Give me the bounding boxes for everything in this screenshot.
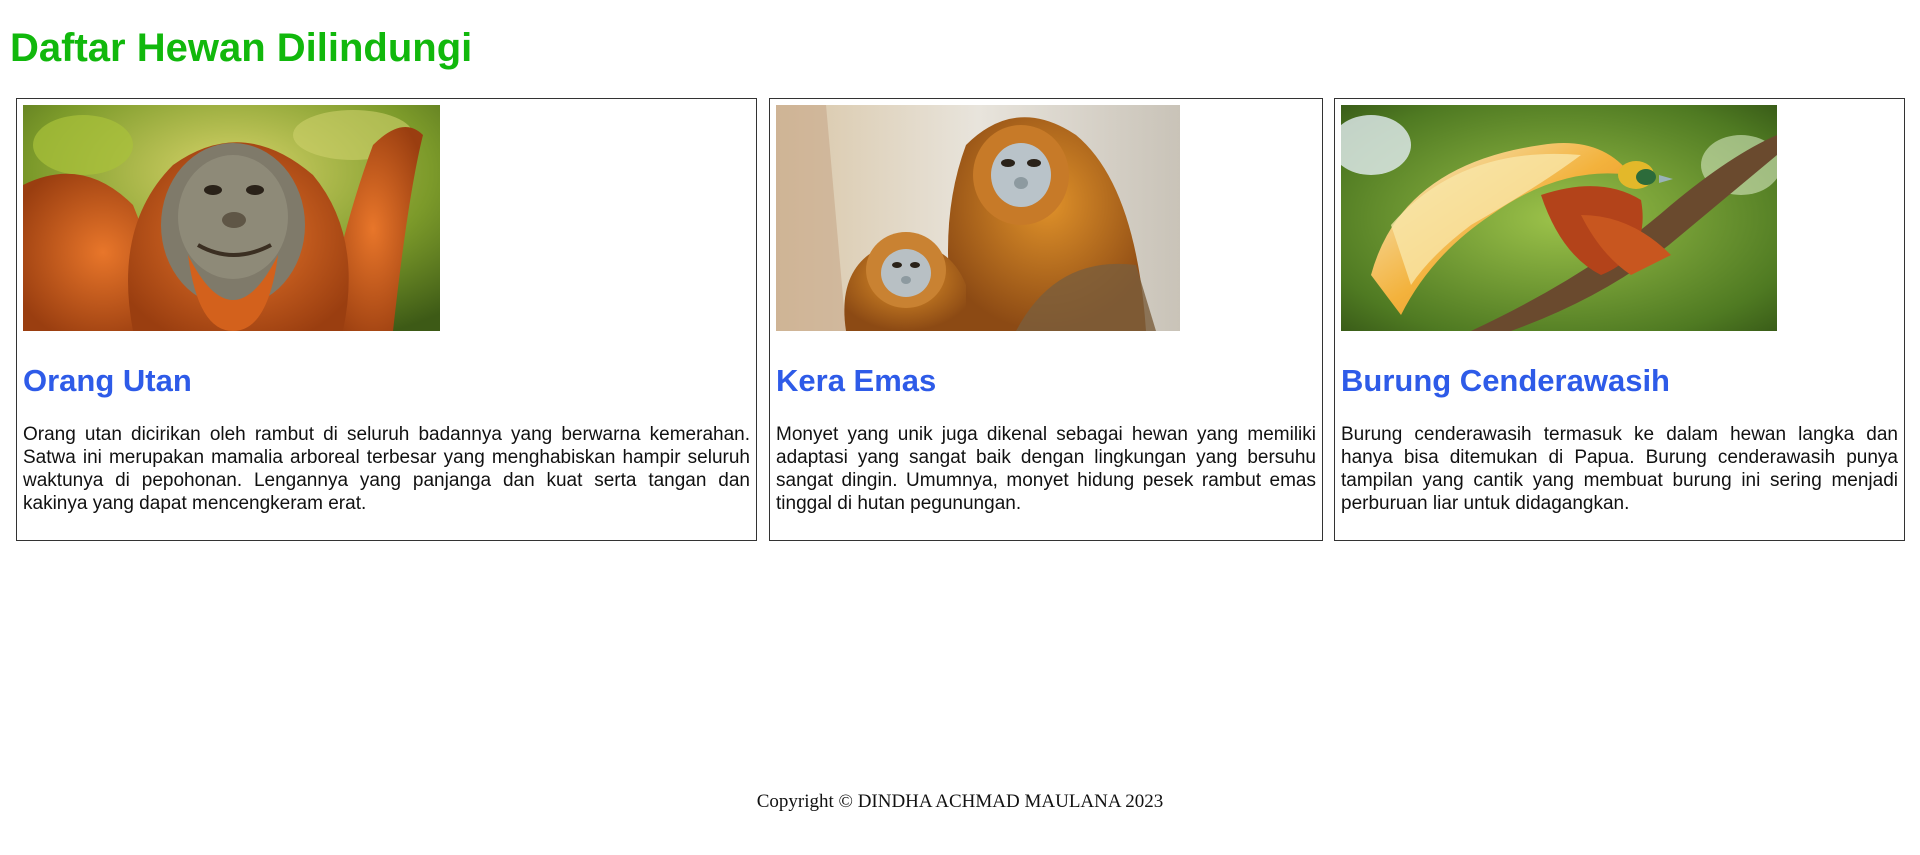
- bird-of-paradise-image: [1341, 105, 1777, 331]
- golden-monkey-image: [776, 105, 1180, 331]
- card-description: Burung cenderawasih termasuk ke dalam he…: [1341, 424, 1898, 514]
- page-title: Daftar Hewan Dilindungi: [10, 26, 473, 70]
- card-title: Orang Utan: [23, 363, 192, 398]
- card-description: Orang utan dicirikan oleh rambut di selu…: [23, 424, 750, 514]
- animal-card-orang-utan: Orang Utan Orang utan dicirikan oleh ram…: [16, 98, 757, 541]
- animal-card-kera-emas: Kera Emas Monyet yang unik juga dikenal …: [769, 98, 1323, 541]
- orangutan-image: [23, 105, 440, 331]
- animal-card-burung-cenderawasih: Burung Cenderawasih Burung cenderawasih …: [1334, 98, 1905, 541]
- card-title: Burung Cenderawasih: [1341, 363, 1670, 398]
- card-description: Monyet yang unik juga dikenal sebagai he…: [776, 424, 1316, 514]
- copyright-footer: Copyright © DINDHA ACHMAD MAULANA 2023: [756, 791, 1164, 812]
- card-title: Kera Emas: [776, 363, 937, 398]
